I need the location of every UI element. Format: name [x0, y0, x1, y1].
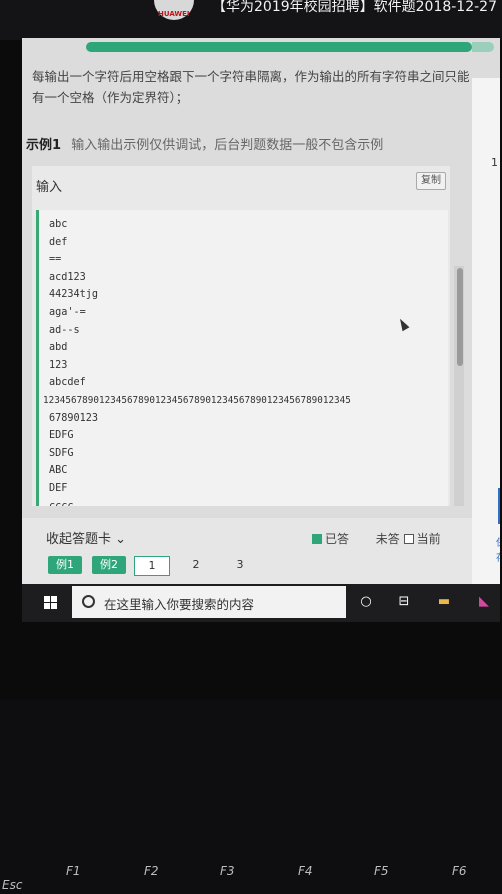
example-note: 输入输出示例仅供调试，后台判题数据一般不包含示例 [71, 138, 384, 153]
example-header: 示例1 输入输出示例仅供调试，后台判题数据一般不包含示例 [26, 134, 383, 153]
code-line: == [49, 254, 62, 266]
code-line: ad--s [49, 324, 80, 336]
problem-description: 每输出一个字符后用空格跟下一个字符串隔离，作为输出的所有字符串之间只能有一个空格… [32, 69, 470, 105]
collapse-label: 收起答题卡 [46, 532, 112, 547]
line-number: 1 [491, 156, 498, 169]
answer-legend: 已答 未答 当前 [312, 530, 441, 547]
search-placeholder: 在这里输入你要搜索的内容 [104, 597, 255, 612]
taskbar-search-box[interactable]: 在这里输入你要搜索的内容 [72, 586, 346, 618]
brand-text: HUAWEI [158, 10, 190, 18]
question-button-1[interactable]: 1 [134, 556, 170, 576]
progress-remaining [472, 42, 494, 52]
editor-panel-edge: 1 保存 [472, 78, 500, 598]
input-code-block: abc def == acd123 44234tjg aga'-= ad--s … [36, 210, 448, 506]
key-f1: F1 [66, 864, 81, 878]
task-view-icon[interactable]: ○ [358, 594, 374, 610]
code-line: 123 [49, 359, 68, 371]
laptop-keyboard: Esc F1 F2 F3 F4 F5 F6 [0, 700, 502, 894]
search-icon [82, 595, 95, 608]
code-line: abcdef [49, 377, 86, 389]
question-button-2[interactable]: 2 [186, 556, 206, 574]
code-line: SDFG [49, 447, 74, 459]
collapse-answer-card-button[interactable]: 收起答题卡 ⌄ [46, 528, 126, 547]
progress-bar [86, 42, 472, 52]
input-label: 输入 [36, 180, 63, 195]
save-link[interactable]: 保存 [496, 534, 500, 564]
key-f2: F2 [144, 864, 159, 878]
answered-swatch [312, 534, 322, 544]
key-f3: F3 [220, 864, 235, 878]
scrollbar-thumb[interactable] [457, 268, 463, 366]
browser-screen: 每输出一个字符后用空格跟下一个字符串隔离，作为输出的所有字符串之间只能有一个空格… [22, 38, 500, 620]
question-button-3[interactable]: 3 [230, 556, 250, 574]
question-button-example2[interactable]: 例2 [92, 556, 126, 574]
code-line: 44234tjg [49, 289, 99, 301]
code-line: acd123 [49, 271, 86, 283]
code-line: 1234567890123456789012345678901234567890… [43, 394, 351, 406]
code-line: DEF [49, 482, 68, 494]
legend-current: 当前 [416, 532, 441, 546]
key-esc: Esc [2, 878, 23, 892]
key-f4: F4 [298, 864, 313, 878]
file-explorer-icon[interactable]: ▬ [436, 594, 452, 610]
legend-answered: 已答 [325, 532, 350, 546]
code-line: def [49, 236, 68, 248]
windows-taskbar: 在这里输入你要搜索的内容 ○ ⊟ ▬ ◣ [22, 584, 500, 622]
code-line: EDFG [49, 430, 74, 442]
key-f5: F5 [374, 864, 389, 878]
key-f6: F6 [452, 864, 467, 878]
code-line: ABC [49, 465, 68, 477]
app-icon[interactable]: ◣ [476, 594, 492, 610]
code-line: abc [49, 219, 68, 230]
legend-unanswered: 未答 [375, 532, 400, 546]
code-line: abd [49, 342, 68, 354]
current-swatch [403, 534, 414, 544]
code-line: aga'-= [49, 306, 86, 318]
copy-button[interactable]: 复制 [416, 172, 446, 190]
code-line: cccc [49, 500, 74, 507]
question-button-example1[interactable]: 例1 [48, 556, 82, 574]
example-title: 示例1 [26, 138, 62, 153]
chevron-down-icon: ⌄ [115, 532, 127, 547]
multitask-icon[interactable]: ⊟ [396, 594, 412, 610]
code-line: 67890123 [49, 412, 99, 424]
page-title: 【华为2019年校园招聘】软件题2018-12-27 [212, 0, 497, 15]
editor-tab[interactable] [498, 488, 500, 524]
